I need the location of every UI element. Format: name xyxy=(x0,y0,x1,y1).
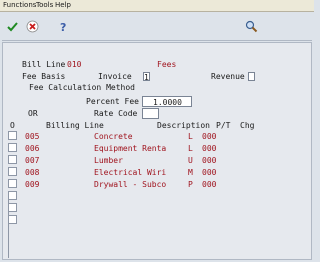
menu-help[interactable]: Help xyxy=(55,1,71,9)
row-3-chg: 000 xyxy=(202,156,217,165)
percent-fee-field[interactable]: 1.0000 xyxy=(142,96,192,107)
rate-code-label: Rate Code xyxy=(94,109,138,118)
row-2-pt: L xyxy=(188,144,193,153)
bill-line-label: Bill Line xyxy=(22,60,66,69)
revenue-label: Revenue xyxy=(211,72,245,81)
toolbar-divider xyxy=(2,40,312,41)
grid-header-description: Description xyxy=(157,121,210,130)
menu-functions[interactable]: Functions xyxy=(3,1,36,9)
row-2-line: 006 xyxy=(25,144,40,153)
menu-tools[interactable]: Tools xyxy=(36,1,53,9)
grid-header-chg: Chg xyxy=(240,121,255,130)
row-4-description: Electrical Wiri xyxy=(94,168,167,177)
row-3-line: 007 xyxy=(25,156,40,165)
invoice-checkbox[interactable]: 1 xyxy=(143,72,150,82)
search-button[interactable] xyxy=(245,20,258,33)
bill-line-value: 010 xyxy=(67,60,82,69)
row-1-line: 005 xyxy=(25,132,40,141)
row-5-chg: 000 xyxy=(202,180,217,189)
rate-code-field[interactable] xyxy=(142,108,159,119)
fee-basis-label: Fee Basis xyxy=(22,72,66,81)
x-icon xyxy=(26,20,39,33)
toolbar: ? xyxy=(0,12,314,39)
ok-button[interactable] xyxy=(6,20,19,33)
or-label: OR xyxy=(28,109,38,118)
row-1-description: Concrete xyxy=(94,132,133,141)
fee-calculation-method-label: Fee Calculation Method xyxy=(29,83,135,92)
row-4-line: 008 xyxy=(25,168,40,177)
percent-fee-label: Percent Fee xyxy=(86,97,139,106)
revenue-checkbox[interactable] xyxy=(248,72,255,81)
row-select-2[interactable] xyxy=(8,143,17,152)
row-select-3[interactable] xyxy=(8,155,17,164)
grid-header-o: O xyxy=(10,121,15,130)
row-select-5[interactable] xyxy=(8,179,17,188)
row-3-description: Lumber xyxy=(94,156,123,165)
menu-bar: Functions Tools Help xyxy=(0,0,314,12)
row-4-chg: 000 xyxy=(202,168,217,177)
row-5-line: 009 xyxy=(25,180,40,189)
row-select-1[interactable] xyxy=(8,131,17,140)
row-4-pt: M xyxy=(188,168,193,177)
bill-line-description: Fees xyxy=(157,60,177,69)
row-2-chg: 000 xyxy=(202,144,217,153)
row-5-pt: P xyxy=(188,180,193,189)
row-5-description: Drywall - Subco xyxy=(94,180,167,189)
row-2-description: Equipment Renta xyxy=(94,144,167,153)
svg-text:?: ? xyxy=(60,21,66,33)
question-mark-icon: ? xyxy=(60,21,66,33)
grid-header-billing-line: Billing Line xyxy=(46,121,104,130)
grid-column-divider xyxy=(8,192,18,258)
row-1-pt: L xyxy=(188,132,193,141)
magnifier-icon xyxy=(245,20,258,33)
row-1-chg: 000 xyxy=(202,132,217,141)
row-3-pt: U xyxy=(188,156,193,165)
help-button[interactable]: ? xyxy=(57,20,70,33)
invoice-label: Invoice xyxy=(98,72,132,81)
checkmark-icon xyxy=(7,22,18,32)
grid-header-pt: P/T xyxy=(216,121,231,130)
row-select-4[interactable] xyxy=(8,167,17,176)
cancel-button[interactable] xyxy=(26,20,39,33)
